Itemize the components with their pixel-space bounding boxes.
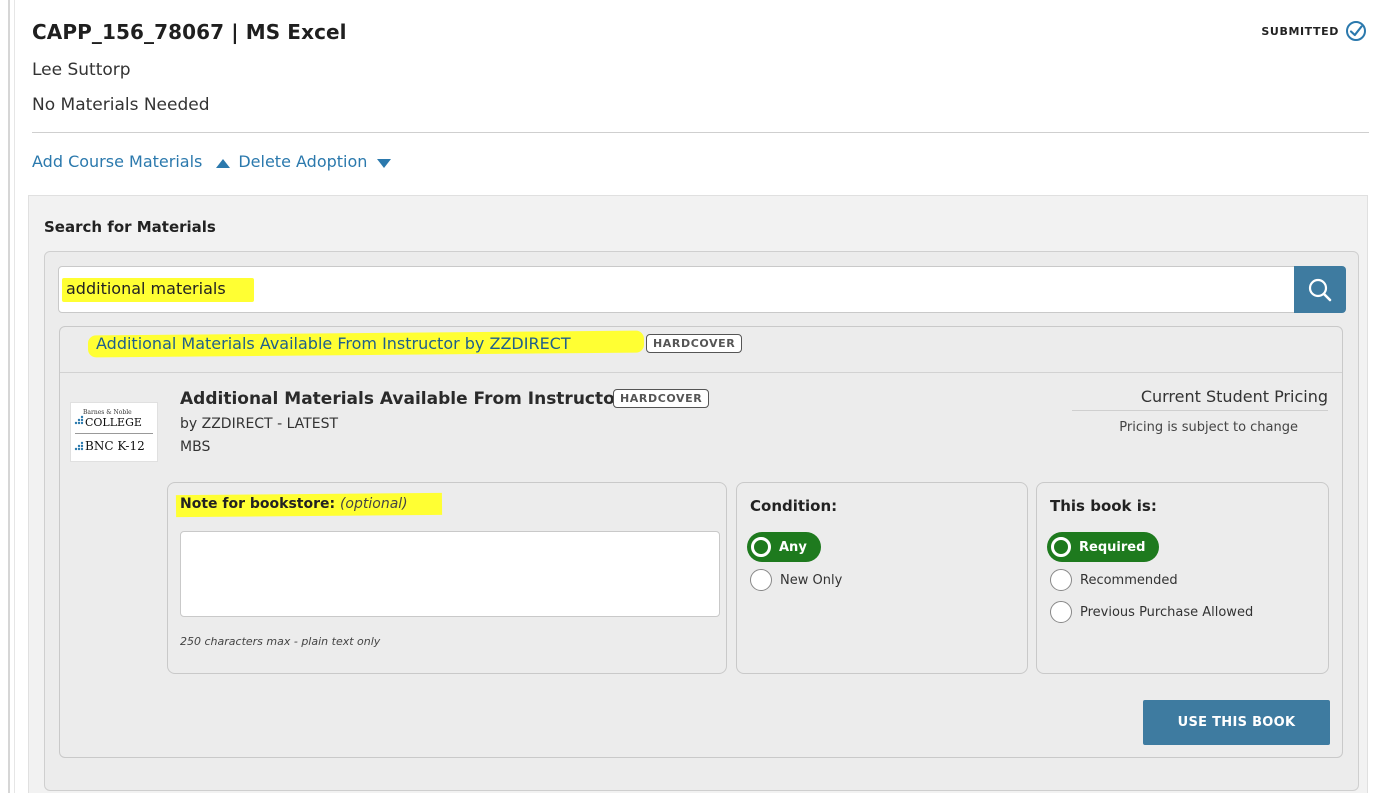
submission-status: SUBMITTED (1261, 20, 1367, 42)
result-title-link[interactable]: Additional Materials Available From Inst… (96, 334, 571, 353)
delete-adoption-link[interactable]: Delete Adoption (238, 152, 367, 171)
left-border-inner (14, 0, 15, 793)
requirement-option-previous-purchase[interactable]: Previous Purchase Allowed (1050, 601, 1253, 623)
note-label-text: Note for bookstore: (180, 496, 336, 512)
requirement-label: This book is: (1050, 497, 1157, 515)
requirement-option-recommended[interactable]: Recommended (1050, 569, 1178, 591)
note-optional-text: (optional) (339, 496, 408, 512)
materials-status: No Materials Needed (32, 95, 210, 115)
condition-any-label: Any (779, 539, 807, 555)
note-help-text: 250 characters max - plain text only (180, 635, 381, 648)
chevron-up-icon[interactable] (216, 159, 231, 168)
pricing-note: Pricing is subject to change (1119, 420, 1298, 435)
add-course-materials-link[interactable]: Add Course Materials (32, 152, 202, 171)
status-label: SUBMITTED (1261, 24, 1339, 38)
format-badge: HARDCOVER (646, 334, 743, 353)
radio-empty-icon (1050, 601, 1072, 623)
logo-divider (75, 433, 153, 434)
divider (32, 132, 1369, 133)
course-title: CAPP_156_78067 | MS Excel (32, 20, 347, 44)
search-icon (1308, 278, 1332, 301)
logo-dots-icon (74, 441, 84, 451)
note-textarea[interactable] (180, 531, 720, 617)
requirement-required-label: Required (1079, 539, 1146, 555)
condition-option-any[interactable]: Any (747, 532, 821, 562)
search-button[interactable] (1294, 266, 1346, 313)
logo-text-barnes: Barnes & Noble (83, 409, 132, 416)
book-publisher: MBS (180, 439, 211, 455)
radio-selected-icon (1051, 537, 1071, 557)
book-author: by ZZDIRECT - LATEST (180, 416, 339, 432)
requirement-option-required[interactable]: Required (1047, 532, 1160, 562)
condition-new-only-label: New Only (780, 572, 843, 588)
book-format-badge: HARDCOVER (613, 389, 710, 408)
radio-selected-icon (751, 537, 771, 557)
pricing-heading: Current Student Pricing (1072, 387, 1328, 411)
logo-text-college: COLLEGE (85, 416, 142, 429)
search-heading: Search for Materials (44, 218, 216, 236)
left-border (8, 0, 10, 793)
logo-dots-icon (74, 415, 84, 425)
condition-label: Condition: (750, 497, 838, 515)
logo-text-k12: BNC K-12 (85, 439, 145, 453)
search-query[interactable]: additional materials (66, 279, 226, 298)
result-divider (60, 372, 1342, 373)
check-circle-icon (1346, 21, 1366, 41)
note-label: Note for bookstore: (optional) (180, 496, 408, 512)
adoption-actions: Add Course Materials Delete Adoption (32, 152, 392, 171)
requirement-previous-label: Previous Purchase Allowed (1080, 604, 1254, 620)
requirement-recommended-label: Recommended (1080, 572, 1178, 588)
radio-empty-icon (1050, 569, 1072, 591)
condition-option-new-only[interactable]: New Only (750, 569, 842, 591)
instructor-name: Lee Suttorp (32, 60, 131, 80)
publisher-logo: Barnes & Noble COLLEGE BNC K-12 (70, 402, 158, 462)
book-title: Additional Materials Available From Inst… (180, 389, 624, 409)
chevron-down-icon[interactable] (377, 159, 392, 168)
radio-empty-icon (750, 569, 772, 591)
use-this-book-button[interactable]: USE THIS BOOK (1143, 700, 1330, 745)
